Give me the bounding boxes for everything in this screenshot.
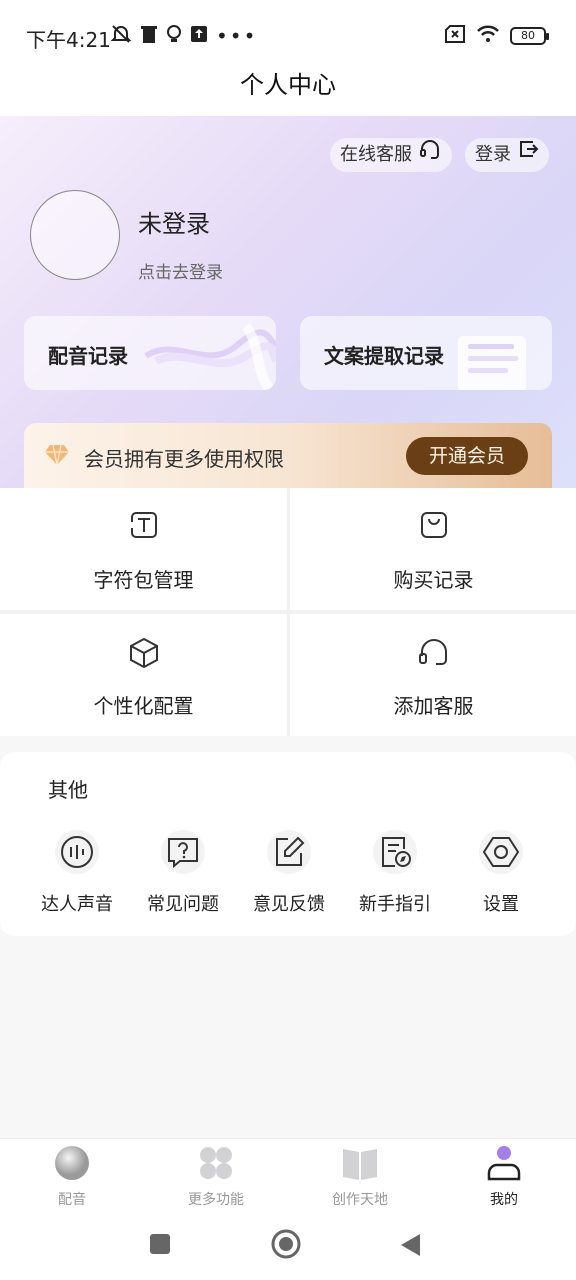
settings-icon: [482, 837, 520, 867]
grid-item-label: 字符包管理: [93, 568, 194, 592]
vip-banner[interactable]: 会员拥有更多使用权限 开通会员: [24, 423, 552, 489]
book-tab-icon: [343, 1149, 377, 1180]
copy-extraction-record-label: 文案提取记录: [324, 344, 444, 368]
other-item-label: 达人声音: [41, 894, 113, 915]
headset-icon: [418, 137, 442, 173]
tab-label: 创作天地: [332, 1192, 388, 1208]
other-item-label: 常见问题: [147, 894, 219, 915]
grid-item-label: 个性化配置: [93, 694, 194, 718]
mute-icon: [110, 23, 132, 49]
cube-icon: [129, 637, 158, 669]
tab-label: 更多功能: [188, 1192, 244, 1208]
dubbing-record-card[interactable]: 配音记录: [24, 316, 276, 390]
copy-extraction-record-card[interactable]: 文案提取记录: [300, 316, 552, 390]
diamond-icon: [44, 443, 70, 471]
document-illustration: [458, 336, 526, 390]
battery-indicator: 80: [510, 27, 549, 45]
other-item-creator-voice[interactable]: 达人声音: [22, 830, 132, 916]
grid-item-purchase-records[interactable]: 购买记录: [290, 488, 576, 610]
online-service-label: 在线客服: [340, 144, 412, 165]
status-time: 下午4:21: [26, 28, 111, 52]
section-title: 其他: [48, 778, 88, 802]
edit-feedback-icon: [276, 836, 305, 866]
shopping-bag-icon: [420, 512, 447, 538]
username[interactable]: 未登录: [138, 204, 210, 239]
other-item-label: 设置: [483, 894, 519, 915]
headset-icon: [418, 639, 447, 665]
system-nav-bar: [0, 1210, 576, 1280]
login-button[interactable]: 登录: [465, 138, 549, 172]
grid-item-label: 购买记录: [393, 568, 474, 592]
wave-illustration: [144, 323, 276, 390]
vip-text: 会员拥有更多使用权限: [84, 447, 284, 471]
feature-grid: 字符包管理 购买记录 个性化配置 添加客服: [0, 488, 576, 736]
dubbing-record-label: 配音记录: [48, 344, 128, 368]
text-package-icon: [128, 512, 157, 538]
wifi-icon: [476, 25, 500, 47]
tab-label: 配音: [58, 1192, 86, 1208]
other-item-label: 意见反馈: [253, 894, 325, 915]
grid-item-label: 添加客服: [393, 694, 474, 718]
other-item-faq[interactable]: 常见问题: [128, 830, 238, 916]
other-item-guide[interactable]: 新手指引: [340, 830, 450, 916]
dubbing-tab-icon: [55, 1146, 89, 1180]
more-icon: •••: [216, 24, 258, 48]
online-service-button[interactable]: 在线客服: [330, 138, 452, 172]
question-icon: [168, 838, 198, 869]
other-item-label: 新手指引: [359, 894, 431, 915]
profile-tab-icon: [487, 1146, 521, 1181]
upload-icon: [190, 25, 208, 47]
page-title: 个人中心: [0, 60, 576, 116]
home-button[interactable]: [270, 1228, 302, 1264]
grid-item-text-package[interactable]: 字符包管理: [0, 488, 287, 610]
guide-icon: [382, 837, 411, 867]
grid-tab-icon: [200, 1147, 232, 1179]
grid-item-personalization[interactable]: 个性化配置: [0, 614, 287, 736]
login-label: 登录: [475, 144, 511, 165]
tab-label: 我的: [490, 1192, 518, 1208]
voice-icon: [61, 836, 93, 868]
login-hint[interactable]: 点击去登录: [138, 258, 223, 283]
grid-item-add-service[interactable]: 添加客服: [290, 614, 576, 736]
recents-button[interactable]: [148, 1232, 172, 1260]
bulb-icon: [166, 24, 182, 48]
tab-dubbing[interactable]: 配音: [0, 1145, 144, 1209]
home-circle-icon: [271, 1229, 301, 1259]
open-vip-button[interactable]: 开通会员: [406, 437, 528, 475]
bottom-tab-bar: 配音 更多功能 创作天地 我的: [0, 1138, 576, 1210]
trash-icon: [140, 24, 158, 48]
avatar[interactable]: [30, 190, 120, 280]
login-icon: [517, 138, 539, 172]
tab-more-features[interactable]: 更多功能: [144, 1145, 288, 1209]
other-section: 其他 达人声音 常见问题 意见反馈 新手指引 设置: [0, 752, 576, 936]
other-item-settings[interactable]: 设置: [446, 830, 556, 916]
square-icon: [150, 1234, 170, 1254]
back-button[interactable]: [398, 1232, 422, 1262]
tab-creation[interactable]: 创作天地: [288, 1145, 432, 1209]
other-item-feedback[interactable]: 意见反馈: [234, 830, 344, 916]
back-triangle-icon: [401, 1234, 420, 1256]
tab-mine[interactable]: 我的: [432, 1145, 576, 1209]
sim-off-icon: [444, 25, 466, 47]
